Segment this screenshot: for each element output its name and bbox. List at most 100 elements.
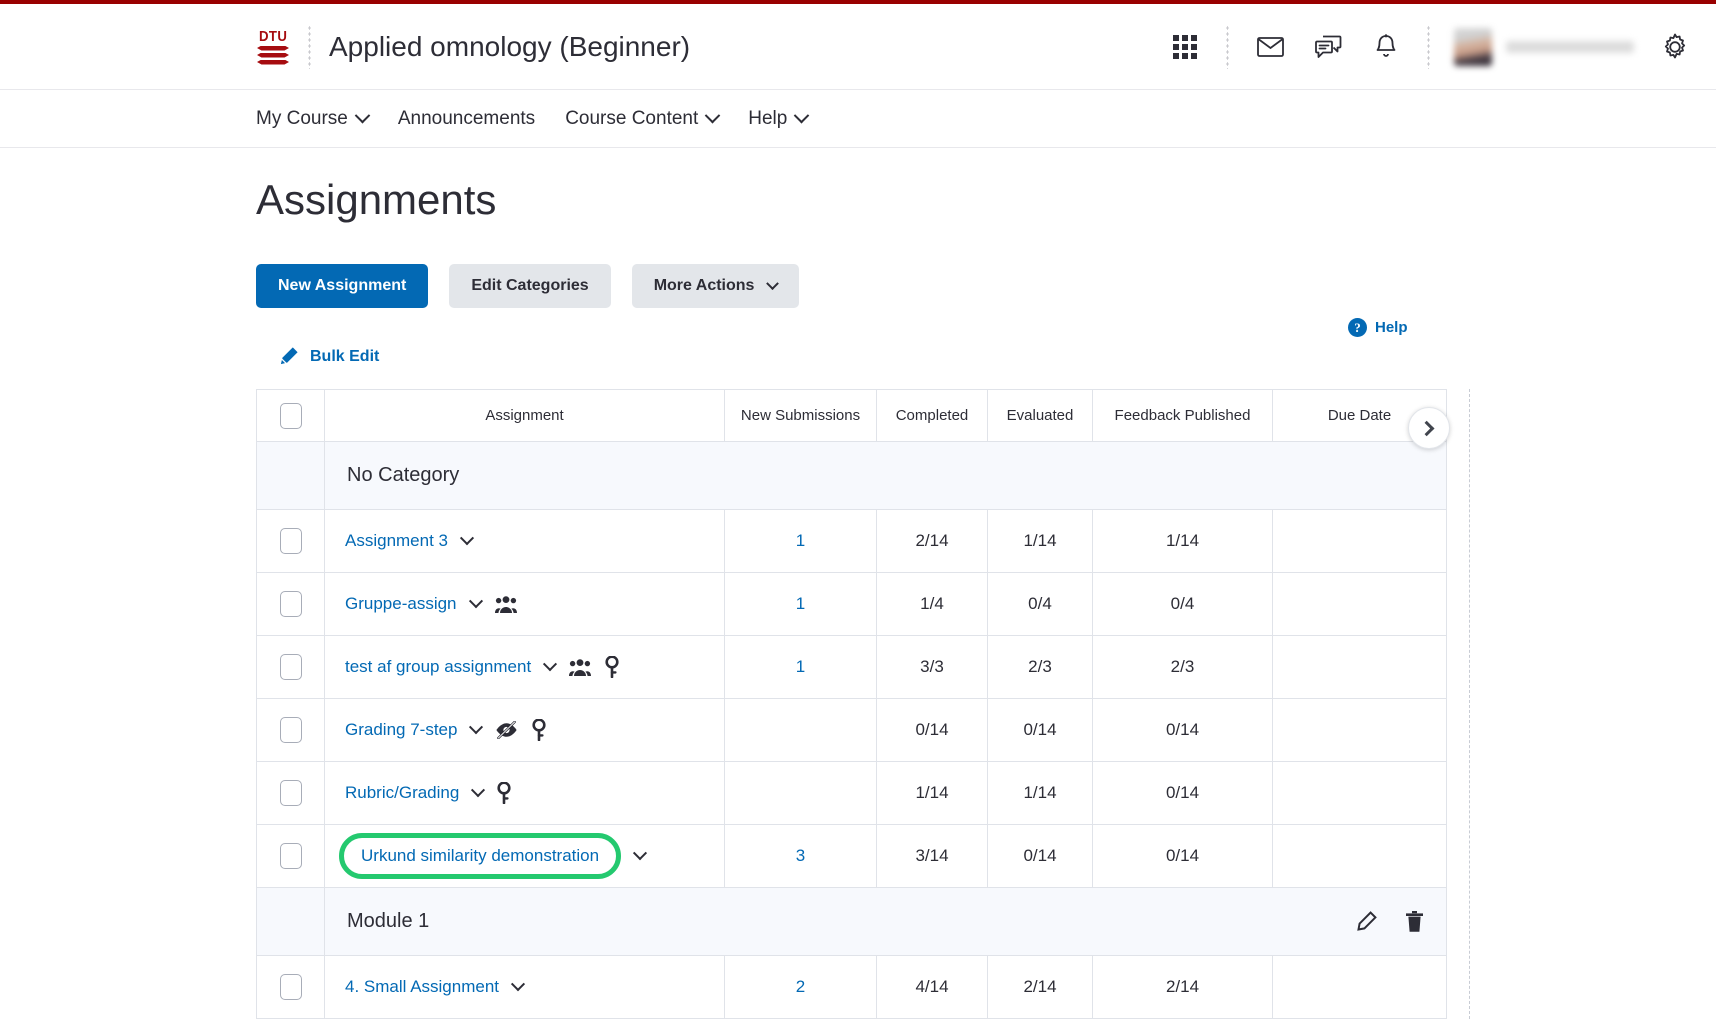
new-submissions-link[interactable]: 1 — [796, 657, 805, 676]
new-submissions-link[interactable]: 2 — [796, 977, 805, 996]
header-divider-3 — [1427, 25, 1430, 69]
column-header-new-submissions[interactable]: New Submissions — [725, 390, 877, 442]
row-checkbox[interactable] — [280, 780, 302, 806]
evaluated-cell: 0/4 — [988, 573, 1093, 636]
email-icon[interactable] — [1253, 30, 1287, 64]
row-checkbox[interactable] — [280, 843, 302, 869]
column-header-completed[interactable]: Completed — [877, 390, 988, 442]
assignment-link[interactable]: Assignment 3 — [345, 531, 448, 551]
assignments-table: Assignment New Submissions Completed Eva… — [256, 389, 1447, 1019]
row-checkbox[interactable] — [280, 528, 302, 554]
dtu-logo-text: DTU — [259, 29, 287, 44]
table-row: Assignment 312/141/141/14 — [257, 510, 1447, 573]
chevron-down-icon — [705, 108, 721, 124]
key-icon[interactable] — [497, 782, 511, 804]
table-row: Urkund similarity demonstration33/140/14… — [257, 825, 1447, 888]
row-checkbox[interactable] — [280, 654, 302, 680]
assignment-link[interactable]: Gruppe-assign — [345, 594, 457, 614]
waffle-menu-icon[interactable] — [1168, 30, 1202, 64]
chevron-down-icon[interactable] — [469, 720, 483, 734]
new-submissions-link[interactable]: 1 — [796, 531, 805, 550]
nav-item-help[interactable]: Help — [748, 108, 807, 130]
assignments-table-wrapper: Assignment New Submissions Completed Eva… — [256, 389, 1460, 1019]
due-date-cell — [1273, 956, 1447, 1019]
select-all-checkbox[interactable] — [280, 403, 302, 429]
category-group-row: No Category — [257, 442, 1447, 510]
assignment-link[interactable]: Urkund similarity demonstration — [339, 833, 621, 879]
table-row: Gruppe-assign11/40/40/4 — [257, 573, 1447, 636]
notifications-bell-icon[interactable] — [1369, 30, 1403, 64]
edit-categories-button[interactable]: Edit Categories — [449, 264, 610, 308]
nav-item-course-content[interactable]: Course Content — [565, 108, 718, 130]
nav-label: My Course — [256, 108, 348, 130]
assignment-name-cell: Grading 7-step — [325, 699, 725, 762]
new-submissions-link[interactable]: 1 — [796, 594, 805, 613]
chevron-down-icon[interactable] — [511, 977, 525, 991]
group-icon[interactable] — [569, 658, 591, 677]
group-name-label: Module 1 — [347, 910, 429, 933]
due-date-cell — [1273, 699, 1447, 762]
feedback-published-cell: 0/14 — [1093, 825, 1273, 888]
new-submissions-cell — [725, 762, 877, 825]
assignment-name-cell: Gruppe-assign — [325, 573, 725, 636]
assignment-link[interactable]: test af group assignment — [345, 657, 531, 677]
chevron-down-icon[interactable] — [468, 594, 482, 608]
feedback-published-cell: 2/14 — [1093, 956, 1273, 1019]
key-icon[interactable] — [532, 719, 546, 741]
column-header-evaluated[interactable]: Evaluated — [988, 390, 1093, 442]
table-row: test af group assignment13/32/32/3 — [257, 636, 1447, 699]
nav-item-announcements[interactable]: Announcements — [398, 108, 535, 130]
pencil-edit-icon — [278, 346, 299, 367]
help-icon: ? — [1348, 318, 1367, 337]
new-submissions-cell — [725, 699, 877, 762]
chevron-down-icon[interactable] — [471, 783, 485, 797]
assignment-link[interactable]: Rubric/Grading — [345, 783, 459, 803]
assignment-name-cell: test af group assignment — [325, 636, 725, 699]
feedback-published-cell: 0/14 — [1093, 762, 1273, 825]
group-icon[interactable] — [495, 595, 517, 614]
due-date-cell — [1273, 636, 1447, 699]
row-checkbox[interactable] — [280, 591, 302, 617]
row-select-cell — [257, 573, 325, 636]
hidden-eye-icon[interactable] — [495, 721, 518, 739]
settings-gear-icon[interactable] — [1658, 30, 1692, 64]
assignment-name-cell: Assignment 3 — [325, 510, 725, 573]
edit-category-icon[interactable] — [1355, 911, 1377, 933]
chat-icon[interactable] — [1311, 30, 1345, 64]
evaluated-cell: 2/14 — [988, 956, 1093, 1019]
help-link[interactable]: ? Help — [1348, 318, 1408, 337]
new-submissions-cell: 1 — [725, 510, 877, 573]
bulk-edit-button[interactable]: Bulk Edit — [278, 346, 379, 367]
chevron-down-icon[interactable] — [633, 846, 647, 860]
table-row: Grading 7-step0/140/140/14 — [257, 699, 1447, 762]
new-assignment-button[interactable]: New Assignment — [256, 264, 428, 308]
delete-category-icon[interactable] — [1405, 910, 1424, 933]
help-link-label: Help — [1375, 319, 1408, 336]
main-navigation: My Course Announcements Course Content H… — [0, 90, 1716, 148]
assignment-link[interactable]: Grading 7-step — [345, 720, 457, 740]
evaluated-cell: 0/14 — [988, 825, 1093, 888]
chevron-down-icon[interactable] — [460, 531, 474, 545]
row-select-cell — [257, 762, 325, 825]
scroll-right-button[interactable] — [1408, 407, 1450, 449]
more-actions-button[interactable]: More Actions — [632, 264, 800, 308]
column-header-feedback-published[interactable]: Feedback Published — [1093, 390, 1273, 442]
nav-label: Announcements — [398, 108, 535, 130]
assignment-link[interactable]: 4. Small Assignment — [345, 977, 499, 997]
row-checkbox[interactable] — [280, 974, 302, 1000]
nav-item-my-course[interactable]: My Course — [256, 108, 368, 130]
chevron-down-icon[interactable] — [543, 657, 557, 671]
key-icon[interactable] — [605, 656, 619, 678]
action-toolbar: New Assignment Edit Categories More Acti… — [256, 264, 1716, 308]
row-checkbox[interactable] — [280, 717, 302, 743]
row-select-cell — [257, 699, 325, 762]
new-submissions-link[interactable]: 3 — [796, 846, 805, 865]
user-menu[interactable] — [1454, 28, 1634, 66]
dtu-logo[interactable]: DTU — [256, 29, 290, 65]
avatar — [1454, 28, 1492, 66]
chevron-down-icon — [794, 108, 810, 124]
completed-cell: 1/14 — [877, 762, 988, 825]
group-spacer-cell — [257, 442, 325, 510]
evaluated-cell: 0/14 — [988, 699, 1093, 762]
column-header-assignment[interactable]: Assignment — [325, 390, 725, 442]
